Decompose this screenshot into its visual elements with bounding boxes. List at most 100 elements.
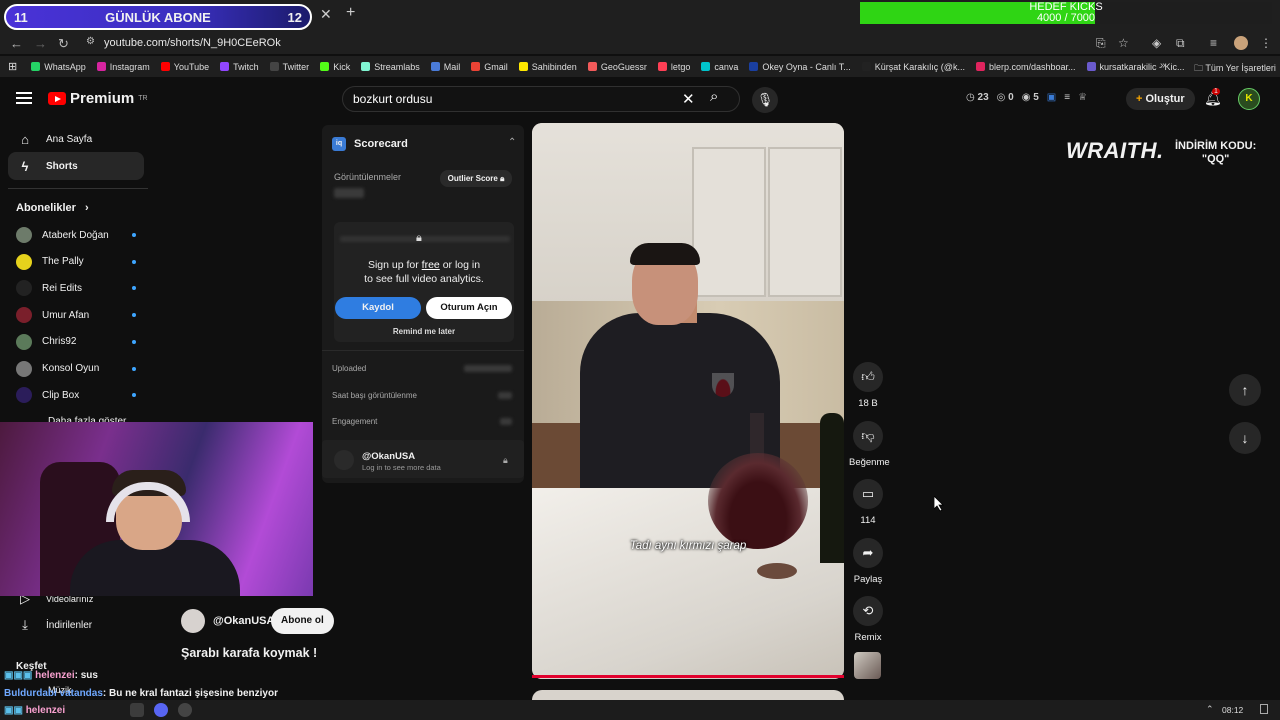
subscription-item[interactable]: The Pally [16,252,136,272]
url-field[interactable]: youtube.com/shorts/N_9H0CEeROk [104,37,281,49]
remix-button[interactable]: ⟲ Remix [849,596,887,643]
install-icon[interactable]: ⎘ [1096,36,1106,51]
obs-taskbar-icon[interactable] [178,703,192,717]
youtube-premium-logo[interactable]: Premium TR [48,90,148,107]
bookmark-label: Instagram [109,61,150,72]
like-button[interactable]: 👍︎ 18 B [849,362,887,409]
new-content-dot [132,339,136,344]
bookmark-item[interactable]: Kürşat Karakılıç (@k... [861,62,965,72]
new-tab-icon[interactable]: + [346,4,355,22]
bookmark-item[interactable]: Sahibinden [518,61,577,72]
subscription-item[interactable]: Clip Box [16,385,136,405]
channel-avatar [181,609,205,633]
share-button[interactable]: ➦ Paylaş [849,538,887,585]
signup-text: to see full video analytics. [364,273,484,285]
subscription-item[interactable]: Konsol Oyun [16,359,136,379]
extension-stats[interactable]: ◷ 23 ◎ 0 ◉ 5 ▣ ≡ ♕ [966,92,1087,103]
lock-icon: 🔒︎ [500,174,505,183]
chevron-up-icon[interactable]: ⌃ [508,137,516,148]
tray-chevron-icon[interactable]: ⌃ [1206,704,1214,715]
scorecard-header[interactable]: iq Scorecard [332,137,408,151]
bookmark-item[interactable]: Mail [430,62,460,72]
menu-icon[interactable] [16,92,32,104]
bookmark-item[interactable]: canva [701,62,738,72]
bookmark-item[interactable]: Instagram [96,61,150,72]
bookmark-item[interactable]: blerp.com/dashboar... [975,62,1076,72]
bookmark-favicon-icon [96,62,106,71]
audio-thumbnail[interactable] [854,652,881,679]
account-avatar[interactable]: K [1238,88,1260,110]
sidebar-item-downloads[interactable]: ⤓ İndirilenler [8,611,144,639]
reload-icon[interactable]: ↻ [58,36,69,52]
tab-close-icon[interactable]: ✕ [320,6,332,23]
subscription-item[interactable]: Chris92 [16,332,136,352]
coaster [757,563,797,579]
bookmark-favicon-icon [160,62,170,71]
bookmarks-overflow-icon[interactable]: » [1160,60,1166,71]
forward-icon[interactable]: → [34,36,47,51]
bookmark-item[interactable]: YouTube [160,62,209,72]
bookmark-item[interactable]: Kick [320,62,350,72]
discord-taskbar-icon[interactable] [154,703,168,717]
bookmark-label: kursatkarakilic - Kic... [1099,61,1185,72]
taskbar [0,700,1280,720]
signup-free-link[interactable]: free [422,259,440,271]
comments-button[interactable]: ▭ 114 [849,479,887,526]
download-icon: ⤓ [22,617,28,632]
profile-avatar[interactable] [1234,36,1248,50]
search-input[interactable] [353,92,653,106]
mic-icon[interactable]: 🎙 [752,87,778,113]
views-label: Görüntülenmeler [334,172,402,182]
dislike-button[interactable]: 👎︎ Beğenme [849,421,890,468]
subscribe-button[interactable]: Abone ol [271,608,334,634]
sidebar-item-shorts[interactable]: ϟ Shorts [8,152,144,180]
create-button[interactable]: + Oluştur [1126,88,1195,110]
subscription-label: The Pally [42,256,84,268]
bookmark-item[interactable]: Okey Oyna - Canlı T... [749,62,851,72]
bookmark-item[interactable]: letgo [657,62,690,72]
video-progress-bar[interactable] [532,675,844,678]
apps-grid-icon[interactable]: ⊞ [8,60,17,73]
subscriptions-heading[interactable]: Abonelikler › [16,202,89,214]
tab-search-icon[interactable]: ≡ [1210,36,1217,50]
outlier-score-button[interactable]: Outlier Score 🔒︎ [440,170,512,187]
extensions-puzzle-icon[interactable]: ⧉ [1176,36,1185,51]
subscription-item[interactable]: Umur Afan [16,305,136,325]
login-button[interactable]: Oturum Açın [426,297,512,319]
sidebar-item-label: Shorts [46,160,78,172]
back-icon[interactable]: ← [10,36,23,51]
chrome-taskbar-icon[interactable] [130,703,144,717]
subscriptions-label: Abonelikler [16,202,76,214]
bookmark-item[interactable]: Streamlabs [361,62,420,72]
register-button[interactable]: Kaydol [335,297,421,319]
mouse-cursor-icon [934,496,944,512]
bookmark-item[interactable]: GeoGuessr [587,62,647,72]
remind-later-link[interactable]: Remind me later [334,327,514,336]
site-info-icon[interactable]: ⚙ [86,36,95,47]
bookmark-item[interactable]: kursatkarakilic - Kic... [1086,61,1185,72]
bookmark-item[interactable]: WhatsApp [31,62,86,72]
all-bookmarks[interactable]: 🗀 Tüm Yer İşaretleri [1194,61,1276,77]
overlay-right-count: 12 [287,9,302,25]
chat-username: helenzei [35,670,75,681]
bookmark-label: Sahibinden [531,61,577,72]
search-icon[interactable]: ⌕ [710,88,718,105]
man-hair [630,243,700,265]
sidebar-item-home[interactable]: ⌂ Ana Sayfa [8,125,144,153]
bookmark-item[interactable]: Twitch [220,62,259,72]
subscription-item[interactable]: Ataberk Doğan [16,225,136,245]
video-channel[interactable]: @OkanUSA [181,609,274,633]
bookmark-star-icon[interactable]: ☆ [1118,36,1129,50]
next-short-button[interactable]: ↓ [1229,422,1261,454]
previous-short-button[interactable]: ↑ [1229,374,1261,406]
bookmark-favicon-icon [587,62,597,71]
clear-search-icon[interactable]: ✕ [682,90,695,108]
channel-avatar [16,280,32,297]
bookmark-item[interactable]: Twitter [269,62,309,72]
subscription-item[interactable]: Rei Edits [16,278,136,298]
bookmark-item[interactable]: Gmail [471,62,508,72]
extension-icon[interactable]: ◈ [1152,36,1161,50]
notification-center-icon[interactable] [1260,704,1268,714]
browser-menu-icon[interactable]: ⋮ [1260,36,1272,50]
short-video-player[interactable] [532,123,844,679]
